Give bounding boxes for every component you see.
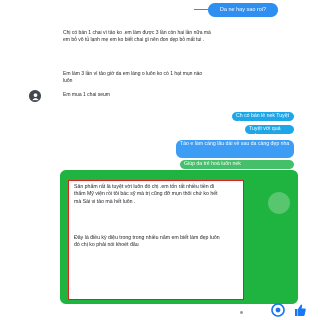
outgoing-bubble-1[interactable]: Ch có bán lẻ nek Tuyệt ui bbox=[232, 112, 294, 126]
status-dot-icon bbox=[240, 311, 243, 314]
pill-text: Da ne hay sao roi? bbox=[219, 7, 267, 13]
outgoing-bubble-4[interactable]: Giúp da trẻ hoá luôn nek bbox=[180, 160, 294, 169]
outgoing-message-pill[interactable]: Da ne hay sao roi? bbox=[194, 3, 278, 17]
card-decoration bbox=[268, 192, 290, 214]
outgoing-bubble-2[interactable]: Tuyệt vời quá nek bbox=[245, 125, 294, 139]
highlighted-review-box: Sản phẩm rất là tuyệt vời luôn đó chị .e… bbox=[68, 180, 244, 300]
review-text-1: Sản phẩm rất là tuyệt vời luôn đó chị .e… bbox=[74, 184, 218, 205]
incoming-message-3: Em mua 1 chai seum bbox=[63, 92, 110, 98]
outgoing-bubble-3[interactable]: Táo e làm càng lâu dài về sau da càng đẹ… bbox=[176, 140, 294, 158]
review-text-2: Đây là điều kỳ diệu trong trong nhiều nă… bbox=[74, 235, 220, 249]
message-card[interactable]: Sản phẩm rất là tuyệt vời luôn đó chị .e… bbox=[60, 170, 298, 304]
send-icon[interactable] bbox=[271, 303, 285, 320]
avatar-icon[interactable] bbox=[29, 90, 41, 102]
pill-tail bbox=[194, 9, 210, 10]
incoming-message-1: Chị có bán 1 chai vì tảo ko .em làm được… bbox=[63, 30, 211, 44]
like-icon[interactable] bbox=[293, 303, 307, 320]
incoming-message-2: Em làm 3 lần vì tảo giờ da em láng o luô… bbox=[63, 71, 203, 85]
